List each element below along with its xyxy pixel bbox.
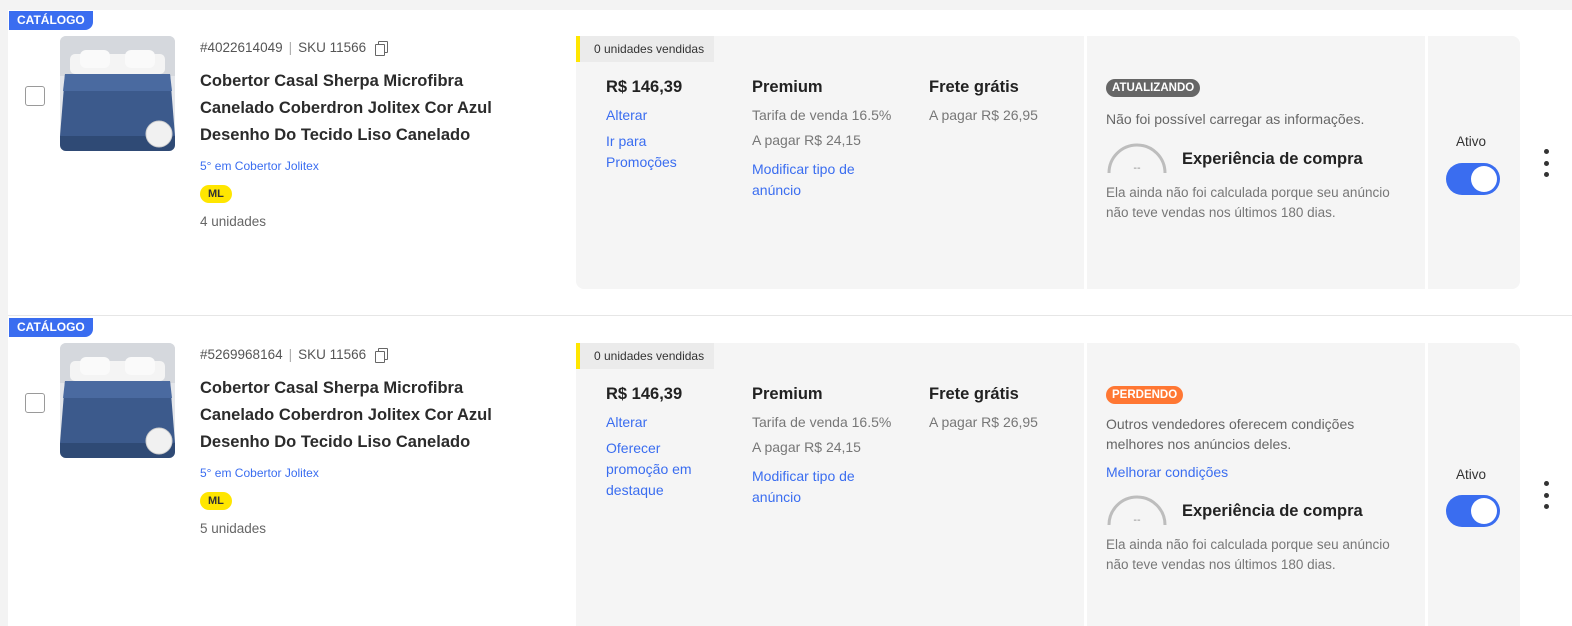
sku: SKU 11566 bbox=[298, 40, 367, 55]
listing-type: Premium bbox=[752, 385, 823, 403]
ranking-link[interactable]: 5° em Cobertor Jolitex bbox=[200, 159, 540, 173]
stock-units: 5 unidades bbox=[200, 521, 267, 536]
svg-text:--: -- bbox=[1133, 515, 1141, 526]
listing-id[interactable]: #5269968164 bbox=[200, 347, 283, 362]
listing-card: CATÁLOGO #4022614049 | SKU 11566 Coberto… bbox=[8, 10, 1572, 316]
active-toggle[interactable] bbox=[1446, 163, 1500, 195]
toggle-label: Ativo bbox=[1456, 134, 1487, 149]
price-column: R$ 146,39 Alterar Ir para Promoções bbox=[606, 78, 686, 173]
sale-fee: Tarifa de venda 16.5% bbox=[752, 414, 892, 430]
listing-id[interactable]: #4022614049 bbox=[200, 40, 283, 55]
sale-fee: Tarifa de venda 16.5% bbox=[752, 107, 892, 123]
shipping-to-pay: A pagar R$ 26,95 bbox=[929, 107, 1038, 123]
listing-id-line: #5269968164 | SKU 11566 bbox=[200, 347, 540, 363]
status-message: Outros vendedores oferecem condições mel… bbox=[1106, 416, 1355, 452]
shipping: Frete grátis bbox=[929, 385, 1019, 403]
listing-type-column: Premium Tarifa de venda 16.5% A pagar R$… bbox=[752, 78, 891, 201]
sales-panel: 0 unidades vendidas R$ 146,39 Alterar Of… bbox=[576, 343, 1520, 626]
listing-type: Premium bbox=[752, 78, 823, 96]
experience-description: Ela ainda não foi calculada porque seu a… bbox=[1106, 185, 1390, 220]
fee-to-pay: A pagar R$ 24,15 bbox=[752, 132, 861, 148]
product-image[interactable] bbox=[60, 36, 175, 151]
active-toggle[interactable] bbox=[1446, 495, 1500, 527]
panel-divider bbox=[1425, 36, 1428, 289]
experience-title: Experiência de compra bbox=[1182, 501, 1363, 520]
modify-type-link[interactable]: Modificar tipo de anúncio bbox=[752, 159, 882, 201]
price-column: R$ 146,39 Alterar Oferecer promoção em d… bbox=[606, 385, 716, 501]
modify-type-link[interactable]: Modificar tipo de anúncio bbox=[752, 466, 882, 508]
gauge-icon: -- bbox=[1106, 143, 1168, 175]
experience-description: Ela ainda não foi calculada porque seu a… bbox=[1106, 537, 1390, 572]
top-band bbox=[0, 0, 1572, 10]
change-price-link[interactable]: Alterar bbox=[606, 412, 716, 433]
panel-divider bbox=[1084, 343, 1087, 626]
listing-title[interactable]: Cobertor Casal Sherpa Microfibra Canelad… bbox=[200, 68, 520, 149]
offer-promotion-link[interactable]: Oferecer promoção em destaque bbox=[606, 438, 716, 501]
copy-icon[interactable] bbox=[375, 348, 389, 363]
shipping-column: Frete grátis A pagar R$ 26,95 bbox=[929, 78, 1038, 126]
sold-units-badge: 0 unidades vendidas bbox=[576, 343, 715, 369]
left-strip bbox=[0, 0, 8, 626]
panel-divider bbox=[1425, 343, 1428, 626]
ml-badge: ML bbox=[200, 492, 232, 510]
price: R$ 146,39 bbox=[606, 385, 683, 403]
shipping: Frete grátis bbox=[929, 78, 1019, 96]
experience-title: Experiência de compra bbox=[1182, 149, 1363, 168]
status-badge: PERDENDO bbox=[1106, 386, 1184, 404]
listing-card: CATÁLOGO #5269968164 | SKU 11566 Coberto… bbox=[8, 317, 1572, 626]
catalog-badge: CATÁLOGO bbox=[9, 11, 93, 30]
change-price-link[interactable]: Alterar bbox=[606, 105, 686, 126]
shipping-column: Frete grátis A pagar R$ 26,95 bbox=[929, 385, 1038, 433]
listing-type-column: Premium Tarifa de venda 16.5% A pagar R$… bbox=[752, 385, 891, 508]
sales-panel: 0 unidades vendidas R$ 146,39 Alterar Ir… bbox=[576, 36, 1520, 289]
fee-to-pay: A pagar R$ 24,15 bbox=[752, 439, 861, 455]
experience-row: -- Experiência de compra bbox=[1106, 495, 1406, 527]
select-checkbox[interactable] bbox=[25, 86, 45, 106]
sku: SKU 11566 bbox=[298, 347, 367, 362]
promotions-link[interactable]: Ir para Promoções bbox=[606, 131, 686, 173]
price: R$ 146,39 bbox=[606, 78, 683, 96]
listing-info: #5269968164 | SKU 11566 Cobertor Casal S… bbox=[200, 347, 540, 536]
improve-conditions-link[interactable]: Melhorar condições bbox=[1106, 462, 1406, 483]
shipping-to-pay: A pagar R$ 26,95 bbox=[929, 414, 1038, 430]
product-image[interactable] bbox=[60, 343, 175, 458]
gauge-icon: -- bbox=[1106, 495, 1168, 527]
svg-text:--: -- bbox=[1133, 163, 1141, 174]
ranking-link[interactable]: 5° em Cobertor Jolitex bbox=[200, 466, 540, 480]
quality-column: PERDENDO Outros vendedores oferecem cond… bbox=[1106, 385, 1406, 575]
listing-id-line: #4022614049 | SKU 11566 bbox=[200, 40, 540, 56]
catalog-badge: CATÁLOGO bbox=[9, 318, 93, 337]
stock-units: 4 unidades bbox=[200, 214, 267, 229]
listing-title[interactable]: Cobertor Casal Sherpa Microfibra Canelad… bbox=[200, 375, 520, 456]
bed-image-icon bbox=[60, 343, 175, 458]
kebab-menu-icon[interactable] bbox=[1540, 149, 1552, 177]
quality-column: ATUALIZANDO Não foi possível carregar as… bbox=[1106, 78, 1406, 223]
ml-badge: ML bbox=[200, 185, 232, 203]
status-message: Não foi possível carregar as informações… bbox=[1106, 111, 1365, 127]
copy-icon[interactable] bbox=[375, 41, 389, 56]
bed-image-icon bbox=[60, 36, 175, 151]
status-badge: ATUALIZANDO bbox=[1106, 79, 1201, 97]
sold-units-badge: 0 unidades vendidas bbox=[576, 36, 715, 62]
experience-row: -- Experiência de compra bbox=[1106, 143, 1406, 175]
toggle-label: Ativo bbox=[1456, 467, 1487, 482]
listing-info: #4022614049 | SKU 11566 Cobertor Casal S… bbox=[200, 40, 540, 229]
select-checkbox[interactable] bbox=[25, 393, 45, 413]
panel-divider bbox=[1084, 36, 1087, 289]
kebab-menu-icon[interactable] bbox=[1540, 481, 1552, 509]
